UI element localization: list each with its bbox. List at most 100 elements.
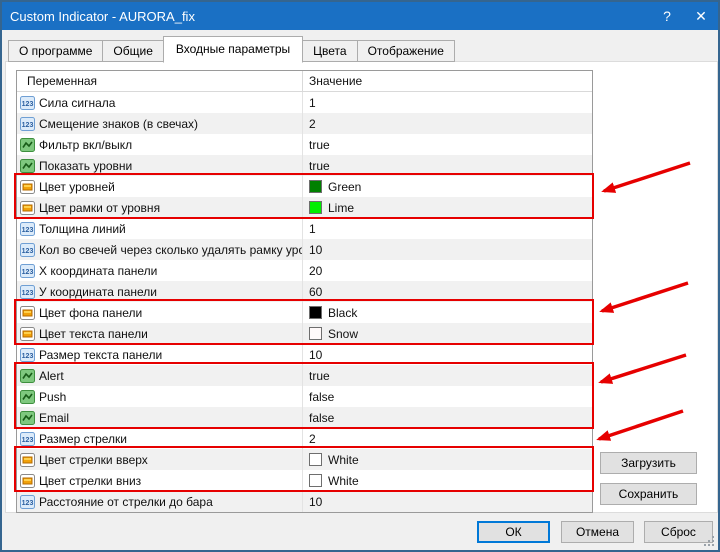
tab-display[interactable]: Отображение	[357, 40, 455, 62]
table-row[interactable]: Alerttrue	[17, 365, 592, 386]
tab-colors[interactable]: Цвета	[302, 40, 357, 62]
table-row[interactable]: Фильтр вкл/выкл true	[17, 134, 592, 155]
svg-text:123: 123	[22, 500, 34, 507]
table-row[interactable]: Цвет фона панелиBlack	[17, 302, 592, 323]
table-row[interactable]: Цвет рамки от уровня Lime	[17, 197, 592, 218]
param-name-cell: Push	[17, 386, 303, 407]
param-label: Кол во свечей через сколько удалять рамк…	[39, 243, 303, 257]
table-row[interactable]: 123 Х координата панели 20	[17, 260, 592, 281]
table-row[interactable]: Pushfalse	[17, 386, 592, 407]
param-value: Green	[328, 180, 361, 194]
param-label: Сила сигнала	[39, 96, 115, 110]
column-header-value: Значение	[303, 71, 592, 91]
table-row[interactable]: 123 Сила сигнала 1	[17, 92, 592, 113]
bool-param-icon	[20, 369, 35, 383]
table-header: Переменная Значение	[17, 71, 592, 92]
tab-inputs[interactable]: Входные параметры	[163, 36, 303, 63]
svg-text:123: 123	[22, 353, 34, 360]
svg-text:123: 123	[22, 101, 34, 108]
param-value: White	[328, 453, 359, 467]
numeric-param-icon: 123	[20, 264, 35, 278]
param-value: false	[309, 411, 334, 425]
param-label: Размер стрелки	[39, 432, 127, 446]
color-swatch	[309, 453, 322, 466]
color-param-icon	[20, 453, 35, 467]
param-label: Х координата панели	[39, 264, 157, 278]
param-name-cell: Email	[17, 407, 303, 428]
table-row[interactable]: 123Толщина линий1	[17, 218, 592, 239]
param-value-cell[interactable]: White	[303, 449, 592, 470]
table-row[interactable]: Цвет стрелки вверх White	[17, 449, 592, 470]
param-value-cell[interactable]: Black	[303, 302, 592, 323]
param-label: Показать уровни	[39, 159, 132, 173]
bool-param-icon	[20, 138, 35, 152]
color-param-icon	[20, 180, 35, 194]
numeric-param-icon: 123	[20, 495, 35, 509]
param-value: Lime	[328, 201, 354, 215]
param-value-cell[interactable]: Green	[303, 176, 592, 197]
resize-grip[interactable]	[703, 535, 715, 547]
table-row[interactable]: Email false	[17, 407, 592, 428]
param-value-cell[interactable]: Snow	[303, 323, 592, 344]
param-label: Фильтр вкл/выкл	[39, 138, 132, 152]
table-row[interactable]: Цвет текста панелиSnow	[17, 323, 592, 344]
cancel-button[interactable]: Отмена	[561, 521, 634, 543]
save-button[interactable]: Сохранить	[600, 483, 697, 505]
param-value: 10	[309, 243, 322, 257]
param-label: Смещение знаков (в свечах)	[39, 117, 198, 131]
tab-common[interactable]: Общие	[102, 40, 163, 62]
color-swatch	[309, 306, 322, 319]
param-value-cell[interactable]: 2	[303, 113, 592, 134]
table-row[interactable]: 123 Смещение знаков (в свечах) 2	[17, 113, 592, 134]
bool-param-icon	[20, 159, 35, 173]
param-value: Black	[328, 306, 357, 320]
param-value-cell[interactable]: 2	[303, 428, 592, 449]
param-value-cell[interactable]: 10	[303, 344, 592, 365]
param-value-cell[interactable]: 1	[303, 218, 592, 239]
param-name-cell: 123 Размер текста панели	[17, 344, 303, 365]
table-row[interactable]: 123Кол во свечей через сколько удалять р…	[17, 239, 592, 260]
param-value-cell[interactable]: 1	[303, 92, 592, 113]
param-value: 1	[309, 222, 316, 236]
table-row[interactable]: 123 Размер текста панели 10	[17, 344, 592, 365]
param-value-cell[interactable]: Lime	[303, 197, 592, 218]
param-value: 2	[309, 117, 316, 131]
color-param-icon	[20, 201, 35, 215]
param-value: true	[309, 369, 330, 383]
param-label: Email	[39, 411, 69, 425]
param-label: Цвет стрелки вверх	[39, 453, 148, 467]
param-value-cell[interactable]: false	[303, 386, 592, 407]
ok-button[interactable]: ОК	[477, 521, 550, 543]
table-row[interactable]: 123Размер стрелки2	[17, 428, 592, 449]
param-value-cell[interactable]: true	[303, 365, 592, 386]
color-swatch	[309, 474, 322, 487]
param-label: Расстояние от стрелки до бара	[39, 495, 213, 509]
param-value: White	[328, 474, 359, 488]
param-label: Цвет стрелки вниз	[39, 474, 141, 488]
param-value: 10	[309, 348, 322, 362]
table-row[interactable]: 123 Расстояние от стрелки до бара 10	[17, 491, 592, 512]
param-value-cell[interactable]: false	[303, 407, 592, 428]
param-name-cell: Цвет рамки от уровня	[17, 197, 303, 218]
table-row[interactable]: Цвет стрелки вниз White	[17, 470, 592, 491]
table-row[interactable]: 123У координата панели60	[17, 281, 592, 302]
numeric-param-icon: 123	[20, 117, 35, 131]
numeric-param-icon: 123	[20, 222, 35, 236]
table-row[interactable]: Показать уровни true	[17, 155, 592, 176]
param-value-cell[interactable]: 10	[303, 239, 592, 260]
param-name-cell: 123Размер стрелки	[17, 428, 303, 449]
table-row[interactable]: Цвет уровнейGreen	[17, 176, 592, 197]
param-value-cell[interactable]: 60	[303, 281, 592, 302]
color-swatch	[309, 327, 322, 340]
load-button[interactable]: Загрузить	[600, 452, 697, 474]
param-value-cell[interactable]: true	[303, 155, 592, 176]
numeric-param-icon: 123	[20, 96, 35, 110]
param-label: Размер текста панели	[39, 348, 162, 362]
param-value-cell[interactable]: White	[303, 470, 592, 491]
help-button[interactable]: ?	[650, 2, 684, 30]
param-value-cell[interactable]: 10	[303, 491, 592, 512]
tab-about[interactable]: О программе	[8, 40, 103, 62]
param-value-cell[interactable]: true	[303, 134, 592, 155]
param-value-cell[interactable]: 20	[303, 260, 592, 281]
close-button[interactable]: ✕	[684, 2, 718, 30]
